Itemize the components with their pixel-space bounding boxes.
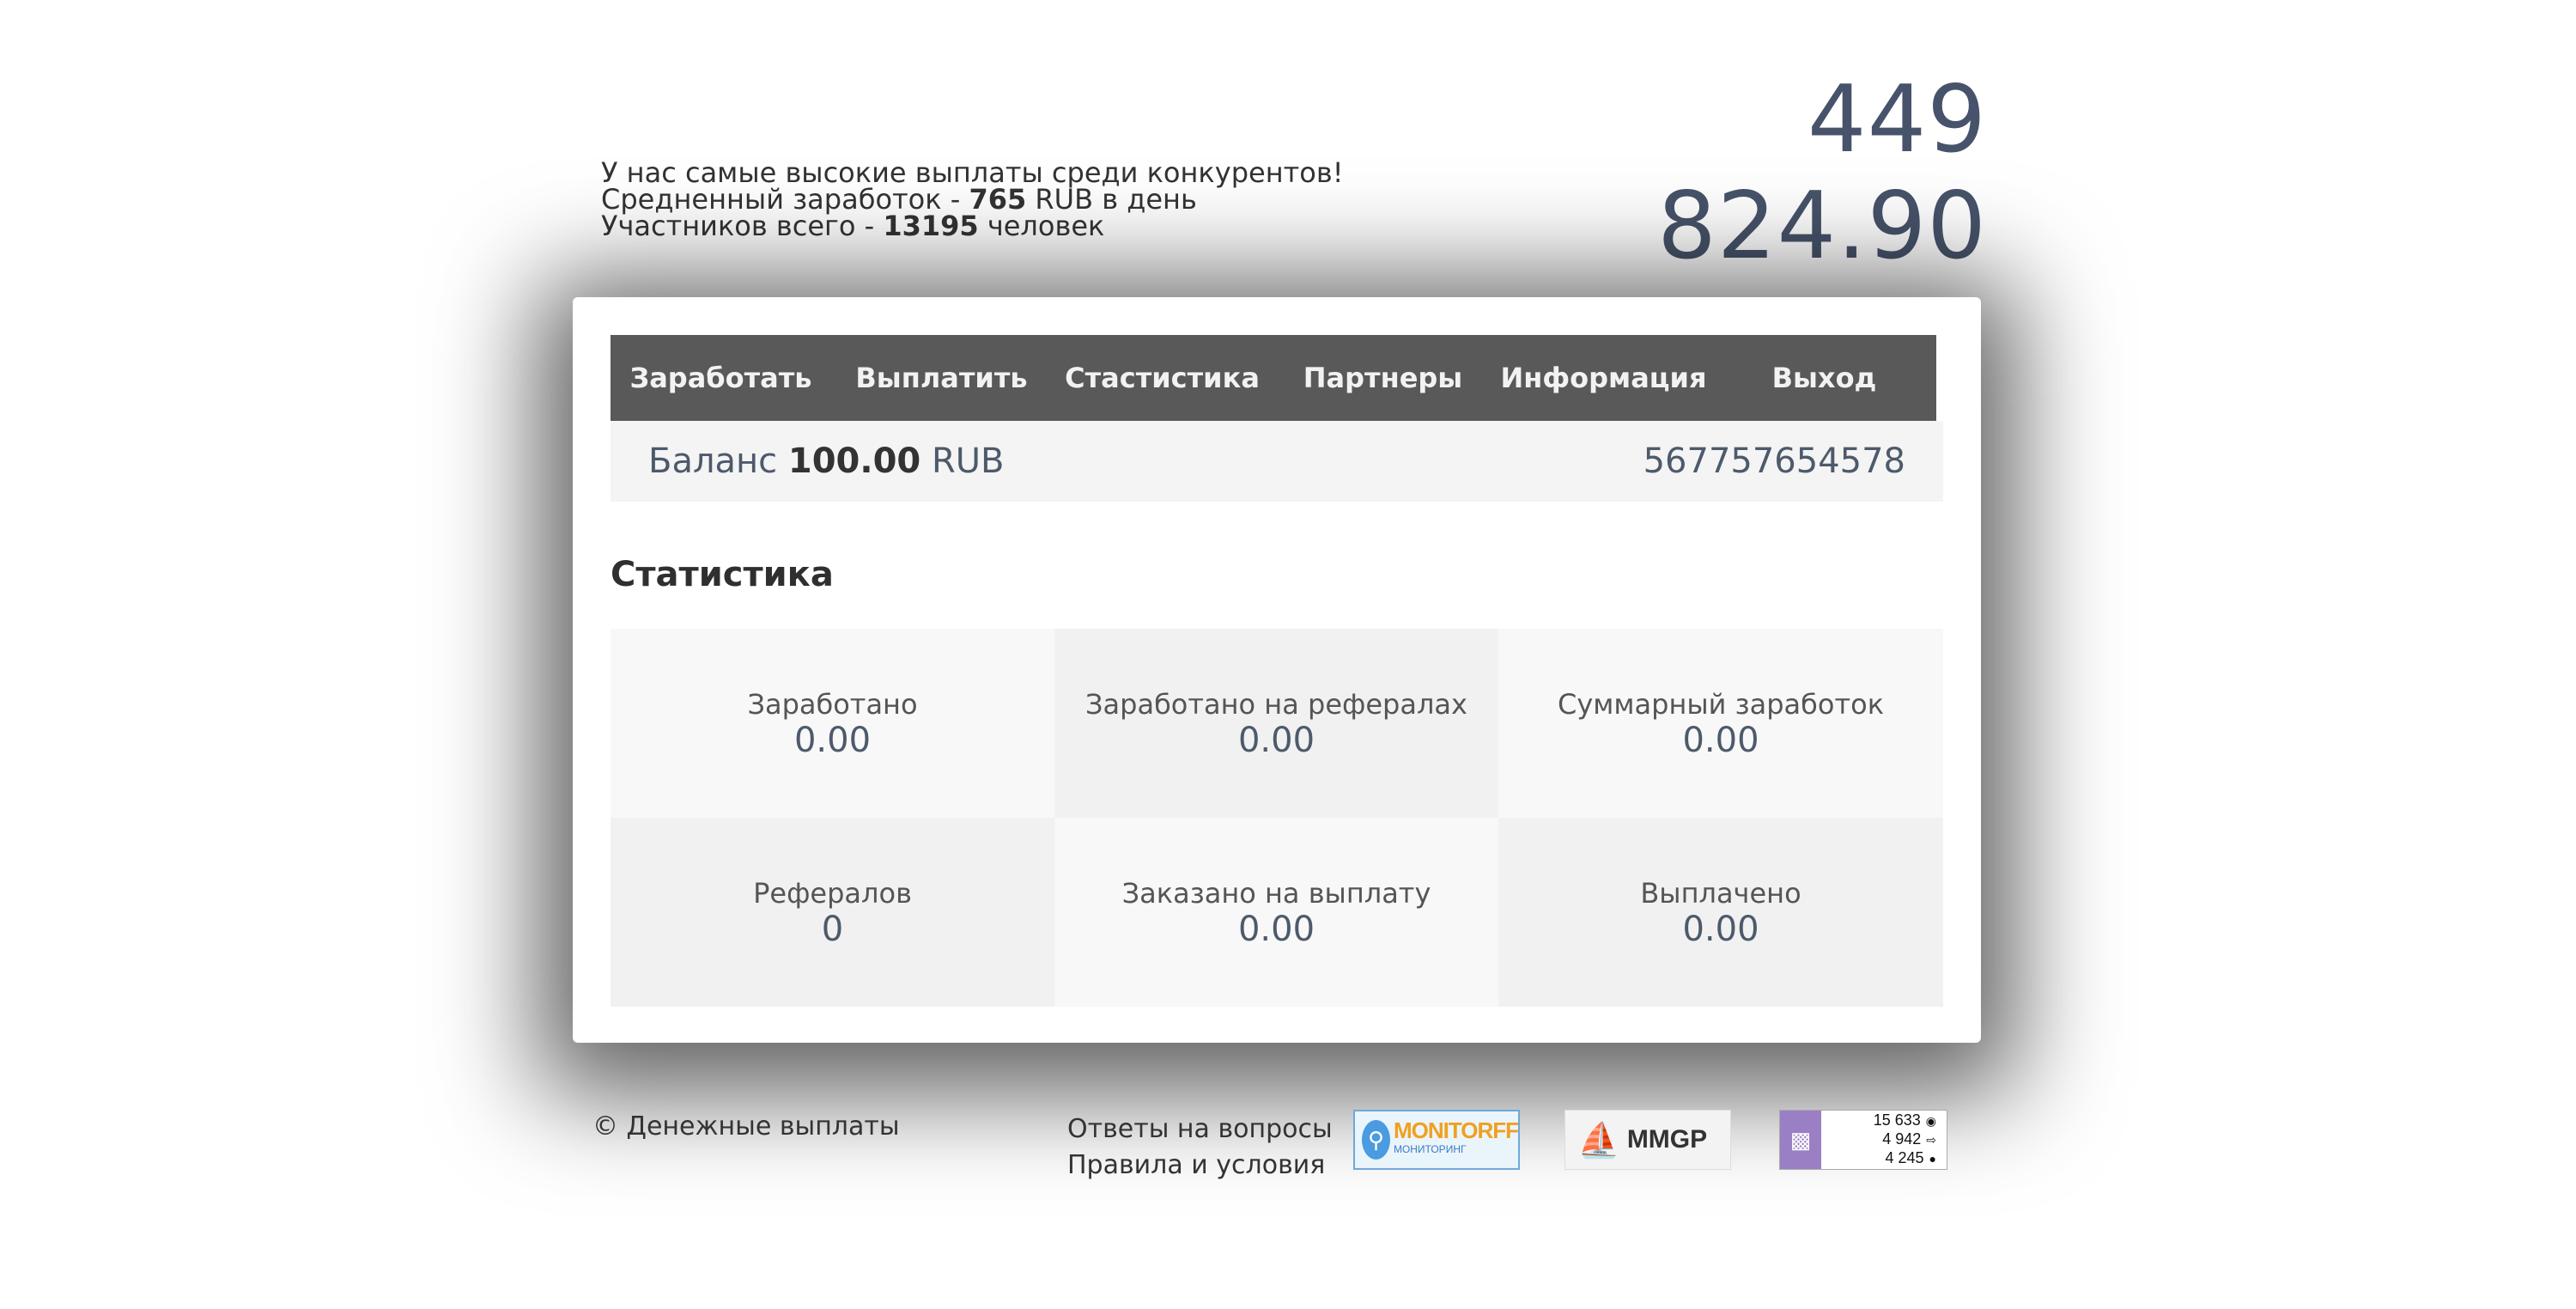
li-visitors: 4 942 (1882, 1130, 1922, 1148)
stat-earned: Заработано 0.00 (611, 629, 1054, 818)
footer-copyright: © Денежные выплаты (592, 1111, 900, 1142)
stat-label: Выплачено (1640, 877, 1801, 910)
promo-line-3: Участников всего - 13195 человек (601, 210, 1105, 242)
login-icon: ⇨ (1926, 1133, 1936, 1147)
stat-value: 0.00 (793, 721, 872, 760)
footer-links: Ответы на вопросы Правила и условия (1067, 1111, 1333, 1184)
nav-logout[interactable]: Выход (1714, 335, 1935, 421)
stats-title: Статистика (611, 555, 834, 594)
stat-label: Заказано на выплату (1121, 877, 1431, 910)
promo-text: У нас самые высокие выплаты среди конкур… (601, 159, 1344, 242)
main-card: Заработать Выплатить Стастистика Партнер… (573, 297, 1981, 1043)
bar-chart-icon: ▩ (1780, 1111, 1821, 1169)
nav-statistics[interactable]: Стастистика (1052, 335, 1273, 421)
person-icon: ● (1929, 1152, 1936, 1166)
stat-label: Заработано (747, 688, 918, 721)
balance-amount: 100.00 (787, 441, 921, 481)
stat-referrals: Рефералов 0 (611, 818, 1054, 1007)
stat-label: Рефералов (753, 877, 912, 910)
magnifier-icon: ⚲ (1362, 1120, 1390, 1160)
monitorff-badge[interactable]: ⚲ MONITORFF МОНИТОРИНГ (1353, 1110, 1520, 1170)
stat-label: Суммарный заработок (1557, 688, 1885, 721)
stat-value: 0 (821, 910, 844, 949)
balance-bar: Баланс 100.00 RUB 567757654578 (611, 421, 1943, 502)
nav-partners[interactable]: Партнеры (1273, 335, 1493, 421)
stat-ordered-payout: Заказано на выплату 0.00 (1054, 818, 1498, 1007)
stat-paid-out: Выплачено 0.00 (1498, 818, 1943, 1007)
ship-icon: ⛵ (1577, 1121, 1620, 1160)
main-nav: Заработать Выплатить Стастистика Партнер… (611, 335, 1936, 421)
account-id: 567757654578 (1643, 441, 1905, 481)
mmgp-badge[interactable]: ⛵ MMGP (1564, 1110, 1731, 1170)
nav-withdraw[interactable]: Выплатить (831, 335, 1052, 421)
stat-value: 0.00 (1682, 721, 1759, 760)
li-hosts: 4 245 (1885, 1149, 1924, 1166)
terms-link[interactable]: Правила и условия (1067, 1148, 1333, 1184)
mmgp-title: MMGP (1626, 1125, 1708, 1154)
monitorff-title: MONITORFF (1393, 1117, 1519, 1143)
stat-label: Заработано на рефералах (1085, 688, 1467, 721)
balance: Баланс 100.00 RUB (648, 441, 1005, 481)
stat-total-earnings: Суммарный заработок 0.00 (1498, 629, 1943, 818)
total-payout-counter: 449 824.90 (1657, 66, 1987, 280)
nav-earn[interactable]: Заработать (611, 335, 831, 421)
stats-grid: Заработано 0.00 Заработано на рефералах … (611, 629, 1943, 1007)
stat-value: 0.00 (1237, 910, 1315, 949)
stat-value: 0.00 (1237, 721, 1315, 760)
li-views: 15 633 (1873, 1111, 1921, 1129)
stat-earned-referrals: Заработано на рефералах 0.00 (1054, 629, 1498, 818)
liveinternet-counter-badge[interactable]: ▩ 15 633 ◉ 4 942 ⇨ 4 245 ● (1779, 1110, 1947, 1170)
faq-link[interactable]: Ответы на вопросы (1067, 1111, 1333, 1148)
stat-value: 0.00 (1682, 910, 1759, 949)
eye-icon: ◉ (1925, 1114, 1936, 1128)
participants-count-value: 13195 (883, 210, 979, 242)
nav-information[interactable]: Информация (1493, 335, 1714, 421)
